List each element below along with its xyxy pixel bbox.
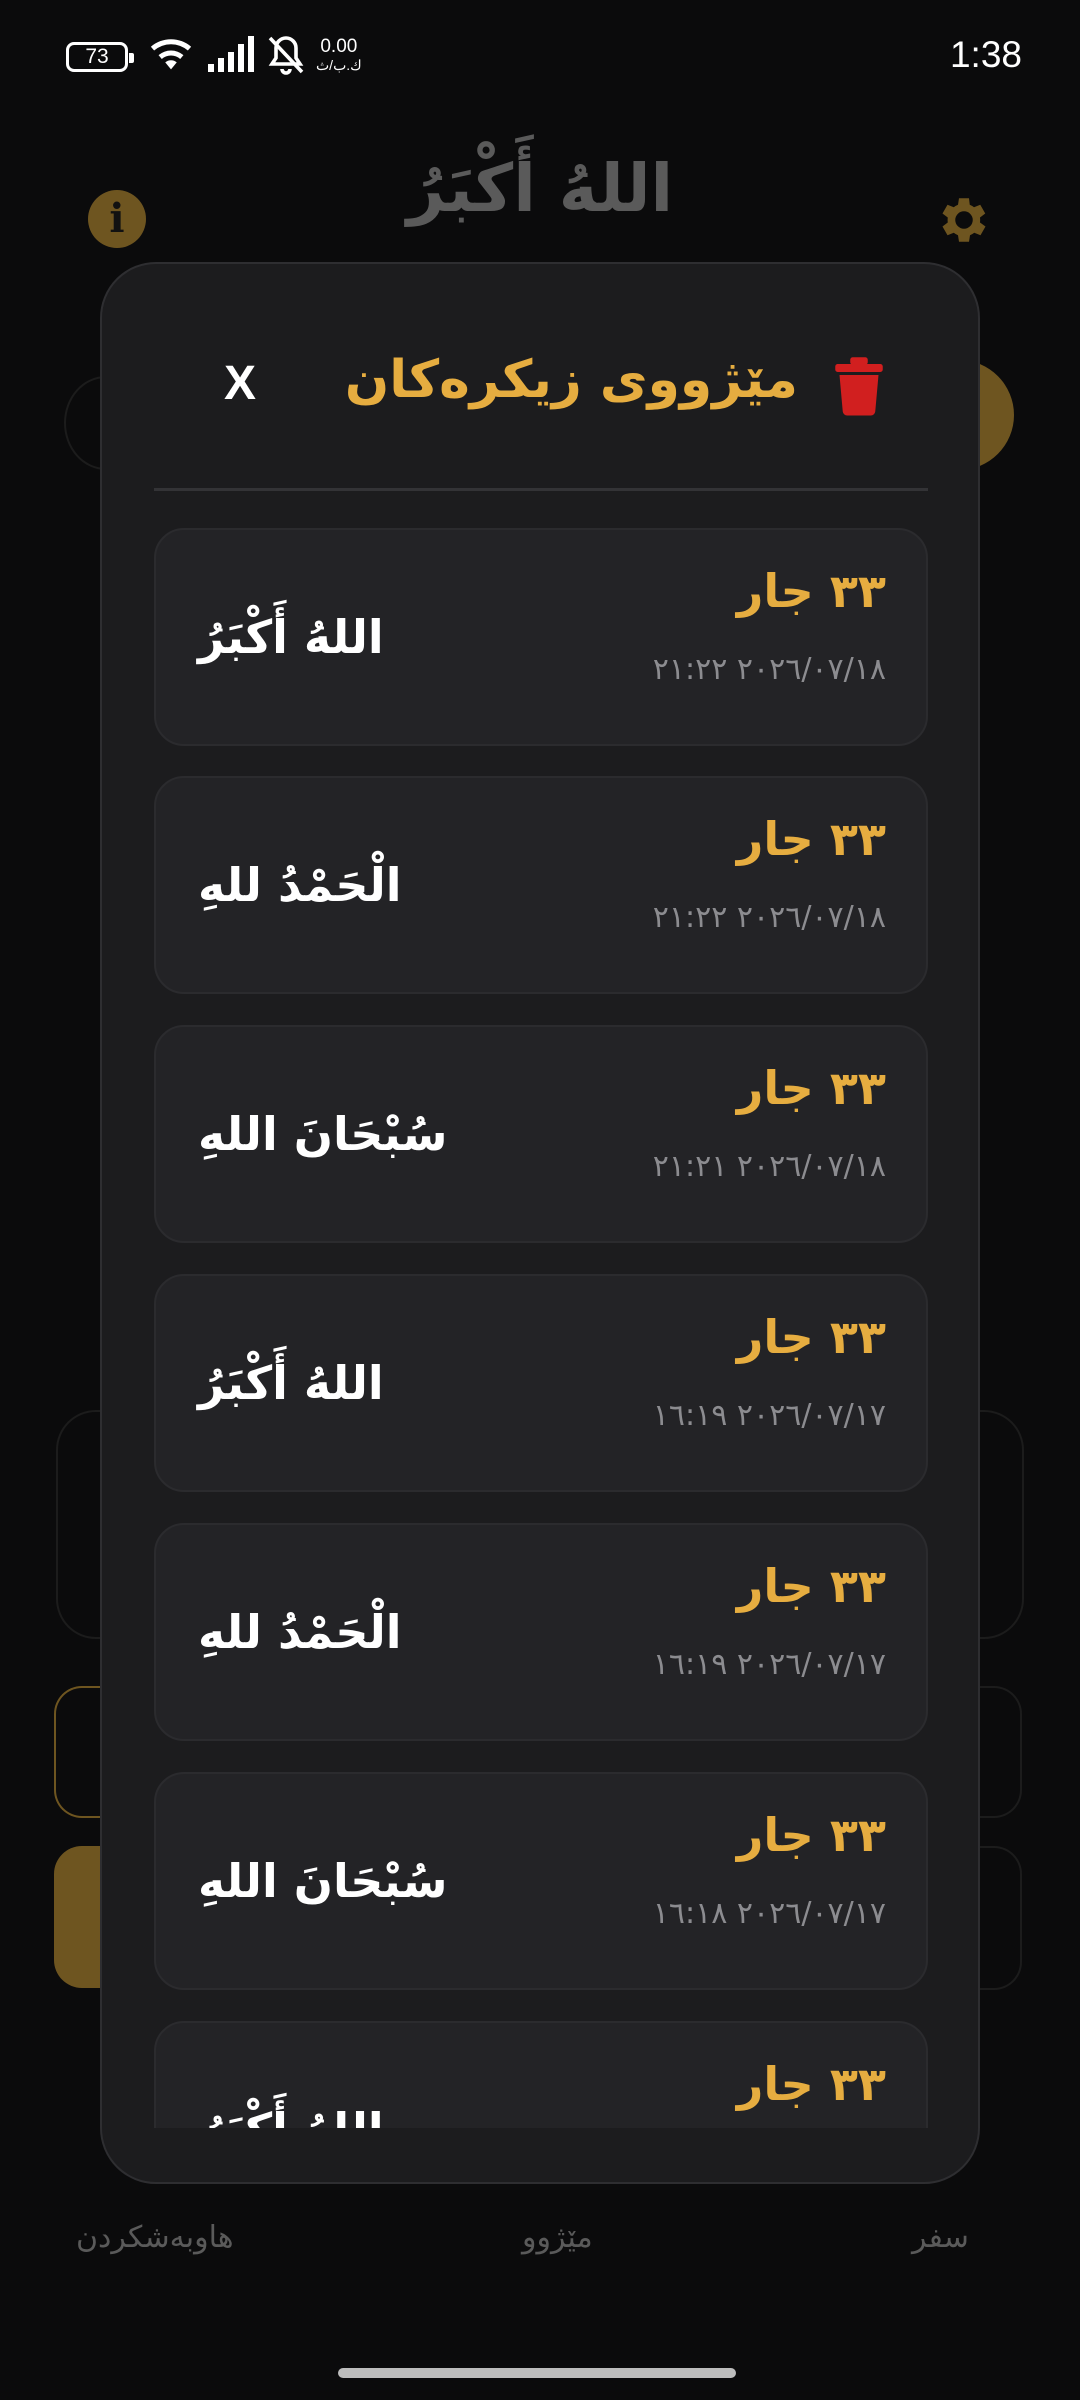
background-decor bbox=[54, 1846, 104, 1988]
app-title: اللهُ أَكْبَرُ bbox=[406, 150, 674, 227]
history-list[interactable]: اللهُ أَكْبَرُ ٣٣ جار ٢٠٢٦/٠٧/١٨ ٢١:٢٢ ا… bbox=[154, 528, 928, 2128]
date-text: ٢٠٢٦/٠٧/١٨ ٢١:٢٢ bbox=[652, 900, 886, 935]
gear-icon[interactable] bbox=[934, 190, 994, 250]
clock: 1:38 bbox=[949, 34, 1022, 75]
battery-icon: 73 bbox=[66, 42, 134, 72]
background-decor bbox=[54, 1686, 106, 1818]
date-text: ٢٠٢٦/٠٧/١٧ ١٦:١٩ bbox=[652, 1647, 886, 1682]
history-item[interactable]: الْحَمْدُ للهِ ٣٣ جار ٢٠٢٦/٠٧/١٨ ٢١:٢٢ bbox=[154, 776, 928, 994]
nav-reset[interactable]: هاوبەشکردن bbox=[76, 2220, 234, 2255]
info-icon[interactable]: i bbox=[88, 190, 146, 248]
dhikr-text: اللهُ أَكْبَرُ bbox=[198, 1356, 384, 1410]
count-text: ٣٣ جار bbox=[736, 2057, 886, 2111]
bottom-nav: هاوبەشکردن مێژوو سفر bbox=[0, 2220, 1080, 2300]
count-text: ٣٣ جار bbox=[736, 812, 886, 866]
count-text: ٣٣ جار bbox=[736, 564, 886, 618]
bell-off-icon bbox=[268, 36, 304, 75]
history-item[interactable]: الْحَمْدُ للهِ ٣٣ جار ٢٠٢٦/٠٧/١٧ ١٦:١٩ bbox=[154, 1523, 928, 1741]
dhikr-text: الْحَمْدُ للهِ bbox=[198, 858, 402, 912]
dhikr-text: اللهُ أَكْبَرُ bbox=[198, 610, 384, 664]
count-text: ٣٣ جار bbox=[736, 1310, 886, 1364]
net-speed: 0.00 ك.ب/ث bbox=[316, 36, 362, 73]
modal-title: مێژووی زیکرەکان bbox=[344, 350, 798, 410]
date-text: ٢٠٢٦/٠٧/١٧ ١٦:١٩ bbox=[652, 1398, 886, 1433]
dhikr-text: الْحَمْدُ للهِ bbox=[198, 1605, 402, 1659]
history-item[interactable]: سُبْحَانَ اللهِ ٣٣ جار ٢٠٢٦/٠٧/١٧ ١٦:١٨ bbox=[154, 1772, 928, 1990]
count-text: ٣٣ جار bbox=[736, 1559, 886, 1613]
history-item[interactable]: اللهُ أَكْبَرُ ٣٣ جار ٢٠٢٦/٠٧/١٨ ٢١:٢٢ bbox=[154, 528, 928, 746]
date-text: ٢٠٢٦/٠٧/١٨ ٢١:٢١ bbox=[652, 1149, 886, 1184]
dhikr-text: سُبْحَانَ اللهِ bbox=[198, 1854, 448, 1908]
count-text: ٣٣ جار bbox=[736, 1061, 886, 1115]
home-indicator[interactable] bbox=[338, 2368, 736, 2378]
close-button[interactable]: X bbox=[200, 344, 280, 424]
modal-header: X مێژووی زیکرەکان bbox=[102, 264, 978, 492]
status-bar: 73 0.00 ك.ب/ث 1:38 bbox=[0, 0, 1080, 118]
wifi-icon bbox=[150, 39, 192, 70]
date-text: ٢٠٢٦/٠٧/١٧ ١٦:١٨ bbox=[652, 1896, 886, 1931]
dhikr-text: سُبْحَانَ اللهِ bbox=[198, 1107, 448, 1161]
history-item[interactable]: سُبْحَانَ اللهِ ٣٣ جار ٢٠٢٦/٠٧/١٨ ٢١:٢١ bbox=[154, 1025, 928, 1243]
nav-history[interactable]: مێژوو bbox=[522, 2220, 593, 2255]
count-text: ٣٣ جار bbox=[736, 1808, 886, 1862]
history-item[interactable]: اللهُ أَكْبَرُ ٣٣ جار ٢٠٢٦/٠٧/١٧ ١٦:١٩ bbox=[154, 1274, 928, 1492]
nav-zero[interactable]: سفر bbox=[912, 2220, 969, 2255]
history-modal: X مێژووی زیکرەکان اللهُ أَكْبَرُ ٣٣ جار … bbox=[100, 262, 980, 2184]
signal-icon bbox=[208, 36, 254, 72]
divider bbox=[154, 488, 928, 491]
trash-icon[interactable] bbox=[834, 356, 884, 416]
history-item[interactable]: اللهُ أَكْبَرُ ٣٣ جار bbox=[154, 2021, 928, 2128]
dhikr-text: اللهُ أَكْبَرُ bbox=[198, 2023, 384, 2128]
date-text: ٢٠٢٦/٠٧/١٨ ٢١:٢٢ bbox=[652, 652, 886, 687]
